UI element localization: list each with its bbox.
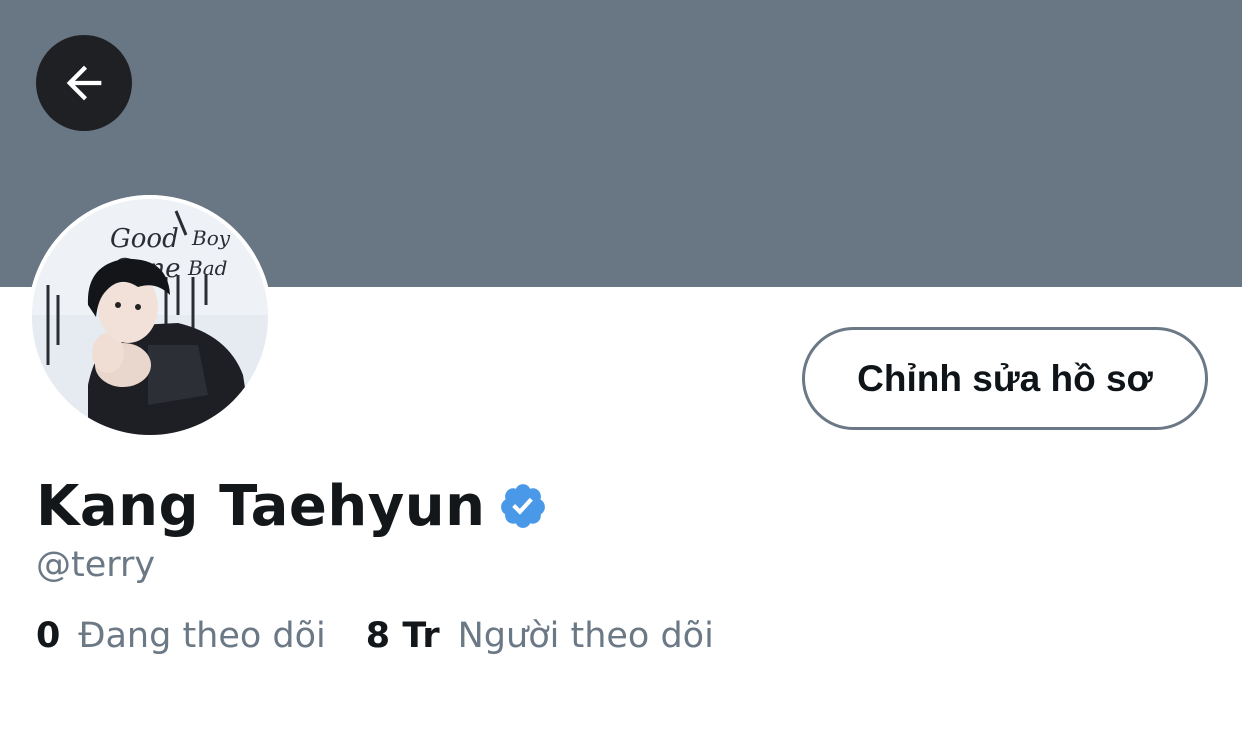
display-name: Kang Taehyun <box>36 473 486 539</box>
followers-label: Người theo dõi <box>457 616 714 656</box>
following-count: 0 <box>36 616 61 656</box>
avatar[interactable]: Good Boy Gone Bad <box>28 195 272 439</box>
user-handle: @terry <box>36 545 156 585</box>
svg-text:Boy: Boy <box>191 226 231 250</box>
verified-badge-icon <box>498 481 548 531</box>
followers-stat[interactable]: 8 Tr Người theo dõi <box>366 616 714 656</box>
svg-text:Bad: Bad <box>187 256 227 280</box>
svg-text:Good: Good <box>110 224 179 254</box>
profile-stats: 0 Đang theo dõi 8 Tr Người theo dõi <box>36 616 714 656</box>
avatar-photo: Good Boy Gone Bad <box>28 195 272 439</box>
following-stat[interactable]: 0 Đang theo dõi <box>36 616 326 656</box>
profile-page: Good Boy Gone Bad Chỉnh sử <box>0 0 1242 749</box>
following-label: Đang theo dõi <box>78 616 326 656</box>
profile-name-row: Kang Taehyun <box>36 470 548 542</box>
back-button[interactable] <box>36 35 132 131</box>
edit-profile-button[interactable]: Chỉnh sửa hồ sơ <box>802 327 1208 430</box>
arrow-left-icon <box>66 65 102 101</box>
followers-count: 8 Tr <box>365 616 440 656</box>
